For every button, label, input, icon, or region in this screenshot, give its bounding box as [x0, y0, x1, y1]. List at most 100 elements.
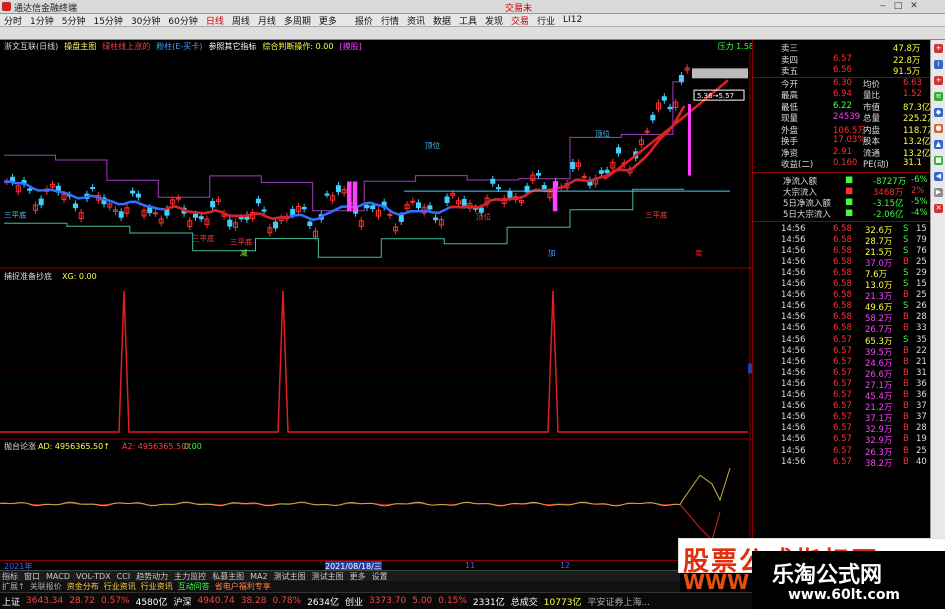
tick-row[interactable]: 14:56 6.57 26.6万 B 31 — [753, 368, 931, 380]
tick-row[interactable]: 14:56 6.57 45.4万 B 36 — [753, 390, 931, 402]
period-tab-active[interactable]: 日线 — [206, 14, 224, 27]
quote-row[interactable]: 换手 17.03% 股本 13.2亿 — [753, 135, 931, 147]
side-tool-icon[interactable]: ▲ — [934, 140, 943, 149]
price-box — [692, 68, 748, 79]
period-tab[interactable]: 5分钟 — [62, 14, 86, 27]
indicator-tab[interactable]: 指标 — [2, 571, 18, 582]
side-tool-icon[interactable]: ◀ — [934, 172, 943, 181]
tick-row[interactable]: 14:56 6.58 37.0万 B 25 — [753, 257, 931, 269]
tick-row[interactable]: 14:56 6.57 32.9万 B 19 — [753, 434, 931, 446]
toolbar-item[interactable]: 行业 — [537, 14, 555, 27]
flow-row[interactable]: 净流入额 ■ -8727万 -6% — [753, 175, 931, 187]
indicator-tab[interactable]: 设置 — [372, 571, 388, 582]
indicator-tab[interactable]: 测试主图 — [274, 571, 306, 582]
tick-row[interactable]: 14:56 6.58 58.2万 B 28 — [753, 312, 931, 324]
side-tool-icon[interactable]: ≡ — [934, 92, 943, 101]
tick-row[interactable]: 14:56 6.57 37.1万 B 37 — [753, 412, 931, 424]
side-tool-icon[interactable]: ✕ — [934, 204, 943, 213]
info-tab[interactable]: 行业资讯 — [141, 581, 173, 592]
index-value: 4940.74 — [197, 596, 235, 606]
trade-status[interactable]: 交易未 — [505, 1, 532, 14]
quote-row[interactable]: 现量 24539 总量 225.2万 — [753, 112, 936, 124]
tick-row[interactable]: 14:56 6.58 28.7万 S 79 — [753, 235, 931, 247]
chart-annotation: 顶位 — [595, 128, 610, 138]
indicator-tab[interactable]: MACD — [46, 572, 70, 581]
tick-row[interactable]: 14:56 6.57 38.2万 B 40 — [753, 457, 931, 469]
quote-row[interactable]: 最低 6.22 市值 87.3亿 — [753, 101, 931, 113]
indicator-name[interactable]: 操盘主图 — [64, 41, 96, 52]
toolbar-item[interactable]: 数据 — [433, 14, 451, 27]
side-tool-icon[interactable]: + — [934, 44, 943, 53]
toolbar-item[interactable]: 报价 — [355, 14, 373, 27]
window-controls[interactable]: ‒□✕ — [880, 1, 944, 13]
tick-row[interactable]: 14:56 6.58 26.7万 B 33 — [753, 323, 931, 335]
indicator-tab[interactable]: 更多 — [350, 571, 366, 582]
tick-row[interactable]: 14:56 6.57 39.5万 B 22 — [753, 346, 931, 358]
flow-row[interactable]: 大宗流入 ■ 3468万 2% — [753, 186, 931, 198]
side-tool-icon[interactable]: ■ — [934, 156, 943, 165]
toolbar-item[interactable]: 交易 — [511, 14, 529, 27]
index-label[interactable]: 创业 — [345, 595, 363, 608]
tick-row[interactable]: 14:56 6.58 49.6万 S 26 — [753, 301, 931, 313]
tick-row[interactable]: 14:56 6.57 65.3万 S 35 — [753, 335, 931, 347]
tick-row[interactable]: 14:56 6.58 13.0万 S 15 — [753, 279, 931, 291]
info-tab[interactable]: 关联报价 — [30, 581, 62, 592]
quote-row[interactable]: 今开 6.30 均价 6.63 — [753, 78, 931, 90]
period-tab[interactable]: 1分钟 — [30, 14, 54, 27]
period-tab[interactable]: 分时 — [4, 14, 22, 27]
info-tab[interactable]: 行业资讯 — [104, 581, 136, 592]
sub2-value: AD: 4956365.50↑ — [38, 442, 110, 451]
side-tool-icon[interactable]: i — [934, 60, 943, 69]
toolbar-item[interactable]: 工具 — [459, 14, 477, 27]
indicator-tab[interactable]: 主力监控 — [174, 571, 206, 582]
indicator-tab[interactable]: 测试主图 — [312, 571, 344, 582]
tick-row[interactable]: 14:56 6.57 24.6万 B 21 — [753, 357, 931, 369]
indicator-tab[interactable]: MA2 — [250, 572, 267, 581]
toolbar-item[interactable]: LI12 — [563, 15, 582, 25]
toolbar-item[interactable]: 发现 — [485, 14, 503, 27]
tick-row[interactable]: 14:56 6.58 32.6万 S 15 — [753, 224, 931, 236]
period-tab[interactable]: 月线 — [258, 14, 276, 27]
flow-row[interactable]: 5日净流入额 ■ -3.15亿 -5% — [753, 197, 931, 209]
indicator-tab[interactable]: CCI — [117, 572, 131, 581]
tick-row[interactable]: 14:56 6.57 32.9万 B 28 — [753, 423, 931, 435]
period-tab[interactable]: 多周期 — [284, 14, 311, 27]
indicator-tab[interactable]: 趋势动力 — [136, 571, 168, 582]
info-tab[interactable]: 扩展↑ — [2, 581, 25, 592]
side-tool-icon[interactable]: ▶ — [934, 188, 943, 197]
tick-row[interactable]: 14:56 6.58 21.3万 B 25 — [753, 290, 931, 302]
quote-row[interactable]: 收益(二) 0.160 PE(动) 31.1 — [753, 158, 931, 170]
quote-row[interactable]: 外盘 106.5万 内盘 118.7万 — [753, 124, 936, 136]
indicator-tab[interactable]: VOL-TDX — [76, 572, 111, 581]
stock-name[interactable]: 浙文互联(日线) — [4, 41, 58, 52]
info-tab[interactable]: 资金分布 — [67, 581, 99, 592]
tick-row[interactable]: 14:56 6.57 26.3万 B 25 — [753, 446, 931, 458]
tick-row[interactable]: 14:56 6.58 7.6万 S 29 — [753, 268, 931, 280]
side-tool-icon[interactable]: + — [934, 76, 943, 85]
indicator-tab[interactable]: 窗口 — [24, 571, 40, 582]
tick-row[interactable]: 14:56 6.57 27.1万 B 36 — [753, 379, 931, 391]
chart-area[interactable]: 5.505.255.004.754.504.254.005.36→5.57三平底… — [0, 52, 752, 560]
info-tab[interactable]: 互动问答 — [178, 581, 210, 592]
flow-row[interactable]: 5日大宗流入 ■ -2.06亿 -4% — [753, 208, 931, 220]
ask-row[interactable]: 卖四 6.57 22.8万 — [753, 54, 931, 66]
info-tab[interactable]: 省电户福利专享 — [215, 581, 271, 592]
index-label[interactable]: 上证 — [2, 595, 20, 608]
period-tab[interactable]: 30分钟 — [131, 14, 160, 27]
period-tab[interactable]: 60分钟 — [168, 14, 197, 27]
side-tool-icon[interactable]: ● — [934, 124, 943, 133]
quote-row[interactable]: 最高 6.94 量比 1.52 — [753, 89, 931, 101]
toolbar-item[interactable]: 行情 — [381, 14, 399, 27]
period-tab[interactable]: 15分钟 — [93, 14, 122, 27]
tick-row[interactable]: 14:56 6.58 21.5万 S 76 — [753, 246, 931, 258]
toolbar-item[interactable]: 资讯 — [407, 14, 425, 27]
tick-row[interactable]: 14:56 6.57 21.2万 B 37 — [753, 401, 931, 413]
quote-row[interactable]: 净资 2.91 流通 13.2亿 — [753, 147, 931, 159]
ask-row[interactable]: 卖五 6.56 91.5万 — [753, 65, 931, 77]
period-tab[interactable]: 更多 — [319, 14, 337, 27]
period-tab[interactable]: 周线 — [232, 14, 250, 27]
indicator-tab[interactable]: 私募主图 — [212, 571, 244, 582]
ask-row[interactable]: 卖三 47.8万 — [753, 42, 931, 54]
index-label[interactable]: 沪深 — [174, 595, 192, 608]
side-tool-icon[interactable]: ◆ — [934, 108, 943, 117]
